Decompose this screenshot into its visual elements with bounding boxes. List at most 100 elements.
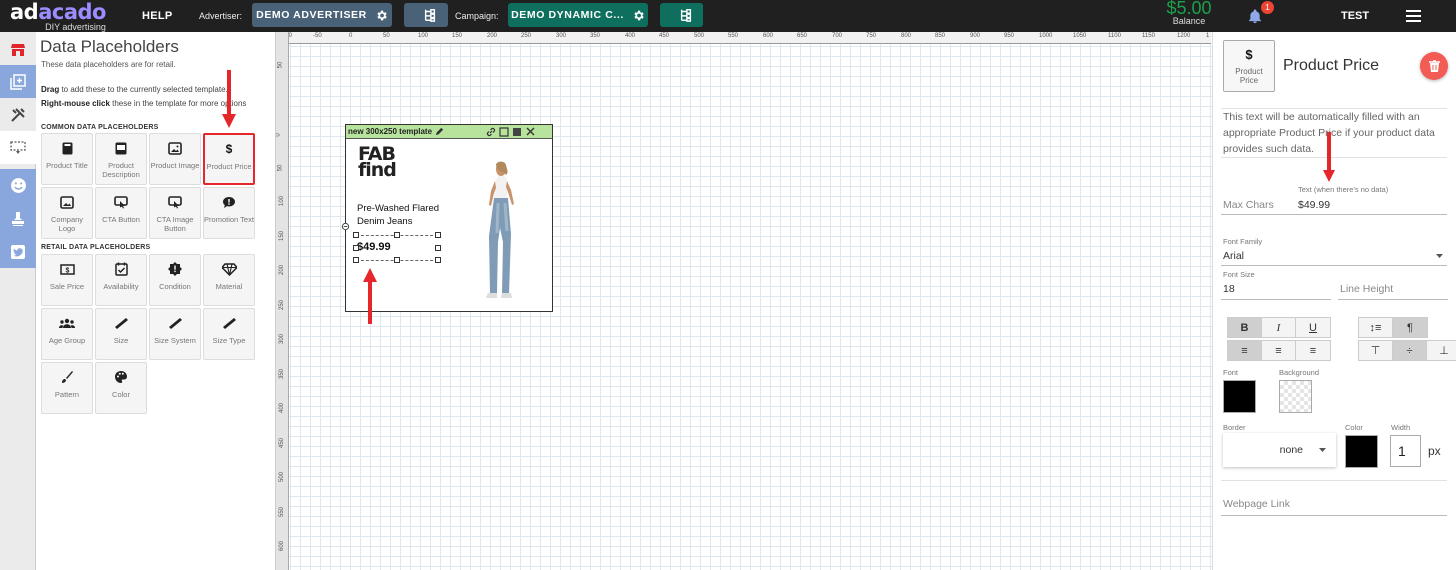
ruler-label: 1200 [1177,33,1191,39]
resize-handle[interactable] [394,257,400,263]
hamburger-menu-icon[interactable] [1406,0,1421,32]
bold-button[interactable]: B [1228,318,1262,337]
adacado-logo[interactable]: adacado DIY advertising [10,1,106,32]
ruler-label: 150 [452,33,463,39]
divider [1221,480,1447,481]
tile-size-system[interactable]: Size System [149,308,201,360]
underline-button[interactable]: U [1296,318,1330,337]
chevron-down-icon [1319,447,1326,452]
panel-title: Data Placeholders [40,37,179,56]
resize-handle[interactable] [353,257,359,263]
resize-handle[interactable] [394,232,400,238]
max-chars-input[interactable]: Max Chars [1223,199,1274,211]
align-bottom-icon[interactable]: ⊥ [1427,341,1456,360]
align-right-icon[interactable]: ≡ [1296,341,1330,360]
fallback-text-input[interactable]: $49.99 [1298,199,1330,211]
font-family-select[interactable]: Arial [1223,250,1244,262]
ruler-label: 250 [521,33,532,39]
product-price-badge: $ Product Price [1223,40,1275,92]
rotate-handle-icon[interactable] [341,222,350,231]
tools-icon[interactable] [0,98,36,131]
add-box-icon[interactable] [0,65,36,98]
advertiser-selector[interactable]: DEMO ADVERTISER [252,3,392,27]
annotation-arrow-down-icon [222,70,236,128]
tile-label: Product Description [102,161,140,179]
ruler-label: 550 [279,506,286,518]
tile-condition[interactable]: Condition [149,254,201,306]
tile-sale-price[interactable]: $ Sale Price [41,254,93,306]
store-icon[interactable] [0,32,36,65]
delete-button[interactable] [1420,52,1448,80]
tile-cta-image-button[interactable]: CTA Image Button [149,187,201,239]
tile-promotion-text[interactable]: Promotion Text [203,187,255,239]
border-color-swatch[interactable] [1345,435,1378,468]
background-color-swatch[interactable] [1279,380,1312,413]
ruler-icon [168,316,183,330]
resize-handle[interactable] [435,232,441,238]
border-style-select[interactable]: none [1223,433,1336,467]
paragraph-icon[interactable]: ¶ [1393,318,1427,337]
tile-color[interactable]: Color [95,362,147,414]
border-width-input[interactable]: 1 [1390,435,1421,467]
tile-age-group[interactable]: Age Group [41,308,93,360]
advertiser-hierarchy-button[interactable] [404,3,448,27]
emoji-icon[interactable] [0,169,36,202]
fill-square-icon[interactable] [512,127,522,137]
cta-image-icon [168,195,182,209]
resize-handle[interactable] [353,232,359,238]
italic-button[interactable]: I [1262,318,1296,337]
tile-label: Product Title [46,161,88,170]
campaign-hierarchy-button[interactable] [660,3,703,27]
link-icon[interactable] [486,127,496,137]
tile-pattern[interactable]: Pattern [41,362,93,414]
tile-availability[interactable]: Availability [95,254,147,306]
dollar-icon: $ [225,142,233,156]
placeholder-icon[interactable] [0,131,36,164]
product-price-element[interactable]: $49.99 [353,232,441,263]
tile-product-title[interactable]: Product Title [41,133,93,185]
campaign-selector[interactable]: DEMO DYNAMIC C... [508,3,648,27]
pencil-icon[interactable] [435,127,444,136]
product-title-text[interactable]: Pre-Washed Flared Denim Jeans [357,202,457,228]
stamp-icon[interactable] [0,202,36,235]
ruler-label: 0 [276,133,282,137]
tile-product-price[interactable]: $ Product Price [203,133,255,185]
hierarchy-icon [680,9,691,22]
border-color-label: Color [1345,423,1363,432]
ruler-label: 500 [694,33,705,39]
template-header[interactable]: new 300x250 template [346,125,552,139]
close-icon[interactable] [526,127,535,136]
vertical-ruler: 50 0 50 100 150 200 250 300 350 400 450 … [276,32,289,570]
webpage-link-input[interactable]: Webpage Link [1223,498,1290,510]
tile-label: Material [215,282,243,291]
resize-handle[interactable] [435,245,441,251]
tile-company-logo[interactable]: Company Logo [41,187,93,239]
chevron-down-icon[interactable] [1436,254,1443,259]
tile-cta-button[interactable]: CTA Button [95,187,147,239]
font-color-swatch[interactable] [1223,380,1256,413]
fab-find-logo[interactable]: FAB find [358,145,397,180]
font-size-input[interactable]: 18 [1223,283,1235,295]
user-menu[interactable]: TEST [1341,0,1369,32]
tile-label: Promotion Text [204,215,254,224]
balance-display[interactable]: $5.00 Balance [1160,0,1218,32]
tile-product-description[interactable]: Product Description [95,133,147,185]
duplicate-icon[interactable] [499,126,509,137]
align-center-icon[interactable]: ≡ [1262,341,1296,360]
resize-handle[interactable] [353,245,359,251]
line-spacing-icon[interactable]: ↕≡ [1359,318,1393,337]
tile-size[interactable]: Size [95,308,147,360]
align-top-icon[interactable]: ⊤ [1359,341,1393,360]
tile-product-image[interactable]: Product Image [149,133,201,185]
ruler-label: 800 [901,33,912,39]
tile-size-type[interactable]: Size Type [203,308,255,360]
help-link[interactable]: HELP [142,0,173,32]
align-left-icon[interactable]: ≡ [1228,341,1262,360]
align-middle-icon[interactable]: ÷ [1393,341,1427,360]
ruler-label: 600 [279,540,286,552]
resize-handle[interactable] [435,257,441,263]
tile-material[interactable]: Material [203,254,255,306]
twitter-icon[interactable] [0,235,36,268]
line-height-input[interactable]: Line Height [1340,283,1393,295]
model-jeans-image[interactable] [474,159,530,305]
